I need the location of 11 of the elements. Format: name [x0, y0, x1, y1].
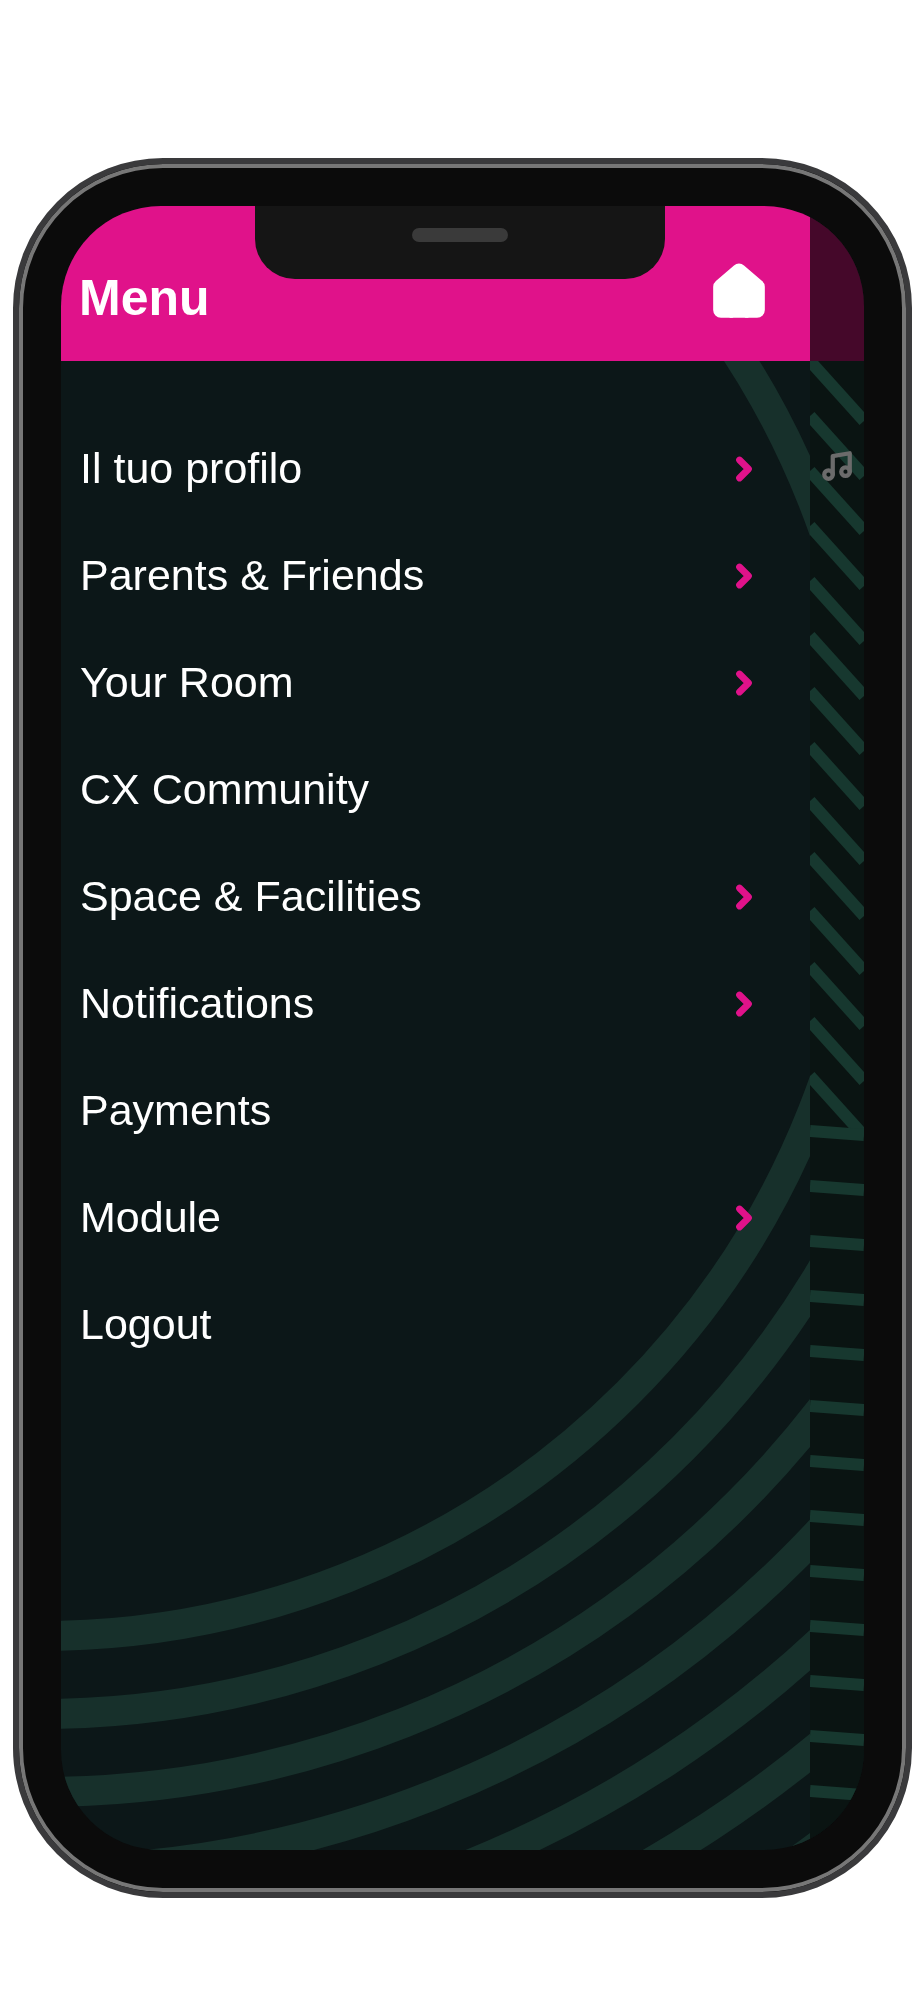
menu-item[interactable]: Payments: [61, 1057, 810, 1164]
menu-item[interactable]: Il tuo profilo: [61, 415, 810, 522]
music-note-icon: [820, 449, 854, 483]
menu-item[interactable]: Notifications: [61, 950, 810, 1057]
menu-item[interactable]: Space & Facilities: [61, 843, 810, 950]
menu-item[interactable]: Parents & Friends: [61, 522, 810, 629]
menu-item[interactable]: Module: [61, 1164, 810, 1271]
menu-item[interactable]: CX Community: [61, 736, 810, 843]
menu-title: Menu: [79, 273, 210, 323]
menu-item[interactable]: Logout: [61, 1271, 810, 1378]
menu-item[interactable]: Your Room: [61, 629, 810, 736]
